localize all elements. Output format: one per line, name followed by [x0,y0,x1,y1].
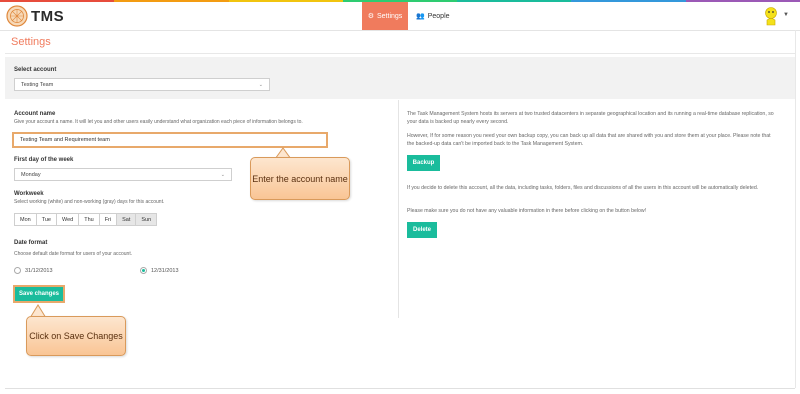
gear-icon: ⚙ [367,13,374,20]
nav-people-label: People [427,12,450,20]
date-format-option-dmy-label: 31/12/2013 [25,267,53,274]
select-account-dropdown[interactable]: Testing Team ⌄ [14,78,270,91]
delete-warning-text: Please make sure you do not have any val… [407,208,647,214]
chevron-down-icon[interactable]: ▼ [783,12,789,18]
day-toggle-wed[interactable]: Wed [55,213,80,226]
day-toggle-tue[interactable]: Tue [35,213,57,226]
first-day-value: Monday [21,172,41,178]
day-toggle-fri[interactable]: Fri [98,213,118,226]
radio-selected-icon [140,267,147,274]
date-format-help: Choose default date format for users of … [14,251,133,257]
first-day-dropdown[interactable]: Monday ⌄ [14,168,232,181]
day-toggle-mon[interactable]: Mon [14,213,37,226]
select-account-section: Select account Testing Team ⌄ [5,57,795,99]
right-edge-line [795,30,796,388]
app-logo[interactable]: TMS [6,5,64,27]
day-toggle-thu[interactable]: Thu [78,213,100,226]
account-name-label: Account name [14,111,56,117]
callout-click-save: Click on Save Changes [26,316,126,356]
select-account-label: Select account [14,67,57,73]
nav-settings-label: Settings [377,12,403,20]
backup-info-text: The Task Management System hosts its ser… [407,111,774,125]
nav-tab-settings[interactable]: ⚙ Settings [362,2,408,30]
date-format-label: Date format [14,240,48,246]
logo-icon [6,5,28,27]
user-avatar[interactable] [762,6,780,26]
chevron-down-icon: ⌄ [220,172,225,178]
backup-button[interactable]: Backup [407,155,440,171]
callout-enter-account-name: Enter the account name [250,157,350,200]
users-icon: 👥 [416,13,425,20]
logo-text: TMS [31,7,65,25]
save-changes-button[interactable]: Save changes [13,285,65,303]
column-divider [398,100,399,318]
backup-note-text: However, If for some reason you need you… [407,133,771,147]
radio-icon [14,267,21,274]
day-toggle-sat[interactable]: Sat [116,213,137,226]
date-format-option-dmy[interactable]: 31/12/2013 [14,267,53,274]
account-name-help: Give your account a name. It will let yo… [14,119,303,125]
workweek-help: Select working (white) and non-working (… [14,199,165,205]
date-format-option-mdy[interactable]: 12/31/2013 [140,267,179,274]
delete-button[interactable]: Delete [407,222,437,238]
page-title: Settings [11,36,51,48]
chevron-down-icon: ⌄ [258,82,263,88]
divider [5,388,795,389]
first-day-label: First day of the week [14,157,74,163]
divider [5,53,795,54]
delete-info-text: If you decide to delete this account, al… [407,185,759,191]
top-navigation-bar: TMS ⚙ Settings 👥 People ▼ [0,2,800,31]
workweek-days: Mon Tue Wed Thu Fri Sat Sun [14,213,158,226]
date-format-option-mdy-label: 12/31/2013 [151,267,179,274]
select-account-value: Testing Team [21,82,54,88]
nav-tab-people[interactable]: 👥 People [410,2,454,30]
account-name-input[interactable]: Testing Team and Requirement team [12,132,328,148]
workweek-label: Workweek [14,191,44,197]
day-toggle-sun[interactable]: Sun [135,213,158,226]
